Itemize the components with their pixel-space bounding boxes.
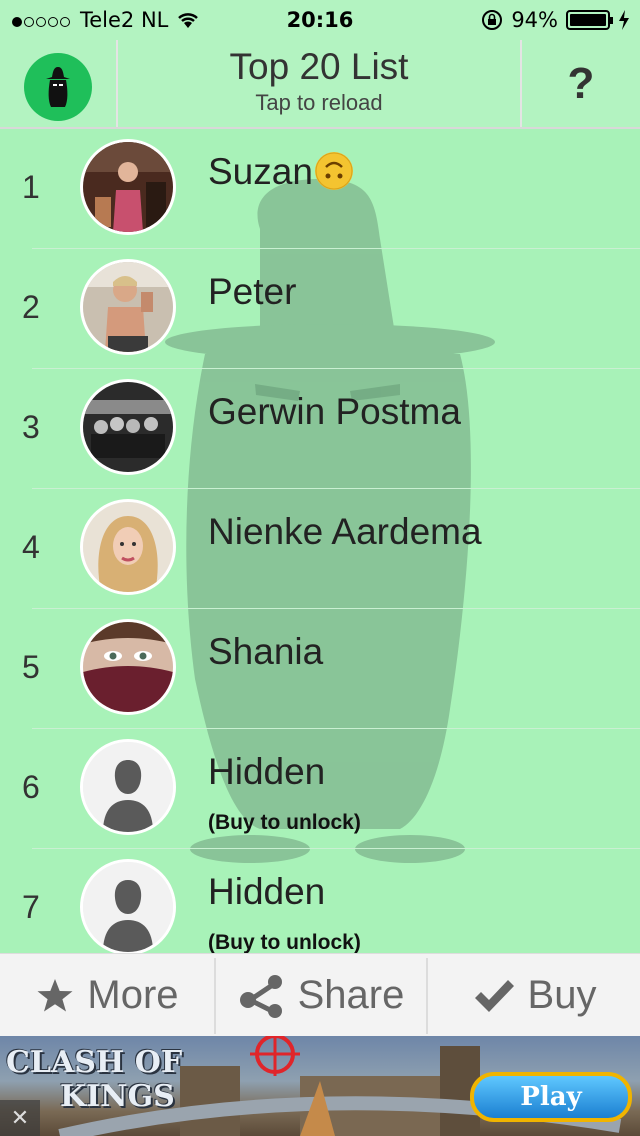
share-button[interactable]: Share — [216, 954, 426, 1037]
rank-number: 2 — [22, 289, 40, 325]
avatar — [80, 739, 176, 835]
rank-number: 4 — [22, 529, 40, 565]
spy-icon — [46, 67, 70, 107]
help-button[interactable]: ? — [520, 40, 640, 127]
list-item[interactable]: 7 Hidden (Buy to unlock) — [0, 849, 640, 953]
default-avatar-icon — [83, 742, 173, 832]
ad-play-button[interactable]: Play — [470, 1072, 632, 1122]
avatar-photo — [83, 142, 173, 232]
list-item[interactable]: 6 Hidden (Buy to unlock) — [0, 729, 640, 849]
buy-button[interactable]: Buy — [428, 954, 640, 1037]
contact-name: Suzan — [208, 151, 353, 193]
contact-name: Peter — [208, 271, 297, 312]
avatar-photo — [83, 382, 173, 472]
unlock-hint: (Buy to unlock) — [208, 811, 361, 834]
status-right: 94% — [481, 8, 630, 32]
avatar — [80, 619, 176, 715]
contact-name: Hidden — [208, 751, 326, 792]
list-item[interactable]: 1 Suzan — [0, 129, 640, 249]
contact-name: Hidden — [208, 871, 326, 912]
avatar — [80, 259, 176, 355]
share-label: Share — [297, 973, 405, 1017]
rank-number: 3 — [22, 409, 40, 445]
rank-number: 7 — [22, 889, 40, 925]
status-bar: Tele2 NL 20:16 94% — [0, 0, 640, 40]
battery-icon — [566, 10, 613, 30]
more-button[interactable]: More — [0, 954, 214, 1037]
list-item[interactable]: 2 Peter — [0, 249, 640, 369]
avatar-photo — [83, 262, 173, 352]
logo-button[interactable] — [0, 40, 118, 127]
unlock-hint: (Buy to unlock) — [208, 931, 361, 953]
contact-name: Nienke Aardema — [208, 511, 482, 552]
avatar — [80, 139, 176, 235]
app-logo — [24, 53, 92, 121]
avatar — [80, 379, 176, 475]
avatar-photo — [83, 502, 173, 592]
ad-close-icon[interactable]: ✕ — [0, 1100, 40, 1136]
rank-number: 5 — [22, 649, 40, 685]
buy-label: Buy — [527, 973, 597, 1017]
list-item[interactable]: 3 Gerwin Postma — [0, 369, 640, 489]
checkmark-icon — [474, 979, 514, 1012]
top-list: 1 Suzan 2 Peter 3 Gerwin Postma 4 Nienke… — [0, 129, 640, 953]
charging-icon — [619, 10, 629, 30]
more-label: More — [87, 973, 179, 1017]
contact-name: Shania — [208, 631, 324, 672]
page-title: Top 20 List — [229, 46, 409, 87]
bottom-toolbar: More Share Buy — [0, 953, 640, 1037]
rotation-lock-icon — [482, 10, 503, 30]
rank-number: 1 — [22, 169, 40, 205]
share-icon — [239, 974, 282, 1018]
reload-hint: Tap to reload — [255, 90, 383, 115]
avatar — [80, 859, 176, 953]
app-header: Top 20 List Tap to reload ? — [0, 40, 640, 129]
avatar — [80, 499, 176, 595]
list-item[interactable]: 5 Shania — [0, 609, 640, 729]
upside-down-face-emoji-icon — [314, 152, 353, 190]
default-avatar-icon — [83, 862, 173, 952]
battery-percent: 94% — [511, 8, 558, 32]
star-icon — [37, 978, 73, 1011]
list-item[interactable]: 4 Nienke Aardema — [0, 489, 640, 609]
reload-header-button[interactable]: Top 20 List Tap to reload — [118, 40, 520, 127]
rank-number: 6 — [22, 769, 40, 805]
avatar-photo — [83, 622, 173, 712]
contact-name: Gerwin Postma — [208, 391, 461, 432]
ad-banner[interactable]: CLASH OF KINGS Play ✕ — [0, 1036, 640, 1136]
